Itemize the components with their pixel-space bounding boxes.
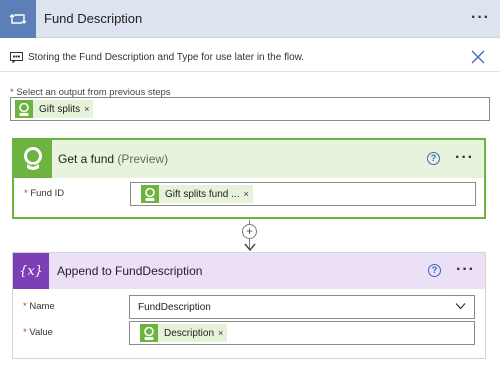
token-gift-splits[interactable]: Gift splits × [15, 100, 94, 118]
name-value: FundDescription [138, 302, 211, 313]
get-fund-title[interactable]: Get a fund (Preview) [58, 152, 168, 166]
fund-connector-icon [141, 185, 159, 203]
fund-connector-icon [15, 100, 33, 118]
select-output-field[interactable]: Gift splits × [10, 97, 490, 121]
token-remove-icon[interactable]: × [84, 104, 93, 114]
more-options-icon[interactable]: ··· [471, 9, 490, 27]
fund-connector-icon [14, 140, 52, 178]
get-fund-card: Get a fund (Preview) ? ··· * Fund ID Gif… [12, 138, 486, 219]
close-icon[interactable] [470, 49, 486, 65]
action-comment: Storing the Fund Description and Type fo… [0, 46, 500, 72]
arrow-down-icon [244, 243, 256, 252]
append-variable-card: {x} Append to FundDescription ? ··· * Na… [12, 252, 486, 359]
append-header[interactable]: {x} Append to FundDescription ? ··· [13, 253, 485, 289]
fund-id-label: * Fund ID [24, 188, 65, 199]
token-gift-splits-fund[interactable]: Gift splits fund ... × [141, 185, 253, 203]
fund-id-field[interactable]: Gift splits fund ... × [130, 182, 476, 206]
variable-icon: {x} [13, 253, 49, 289]
append-title[interactable]: Append to FundDescription [57, 264, 202, 278]
help-icon[interactable]: ? [427, 152, 440, 165]
token-remove-icon[interactable]: × [218, 328, 227, 338]
more-options-icon[interactable]: ··· [456, 261, 475, 279]
scope-icon [0, 0, 36, 38]
token-description[interactable]: Description × [140, 324, 228, 342]
name-label: * Name [23, 301, 55, 312]
action-header[interactable]: Fund Description ··· [0, 0, 500, 38]
chevron-down-icon [455, 303, 466, 310]
comment-icon [10, 52, 23, 63]
token-remove-icon[interactable]: × [243, 189, 252, 199]
fund-connector-icon [140, 324, 158, 342]
more-options-icon[interactable]: ··· [455, 149, 474, 167]
help-icon[interactable]: ? [428, 264, 441, 277]
action-title[interactable]: Fund Description [44, 11, 142, 26]
value-field[interactable]: Description × [129, 321, 475, 345]
value-label: * Value [23, 327, 53, 338]
name-dropdown[interactable]: FundDescription [129, 295, 475, 319]
comment-text[interactable]: Storing the Fund Description and Type fo… [28, 52, 304, 63]
add-step-button[interactable]: + [242, 224, 257, 239]
get-fund-header[interactable]: Get a fund (Preview) ? ··· [14, 140, 484, 178]
